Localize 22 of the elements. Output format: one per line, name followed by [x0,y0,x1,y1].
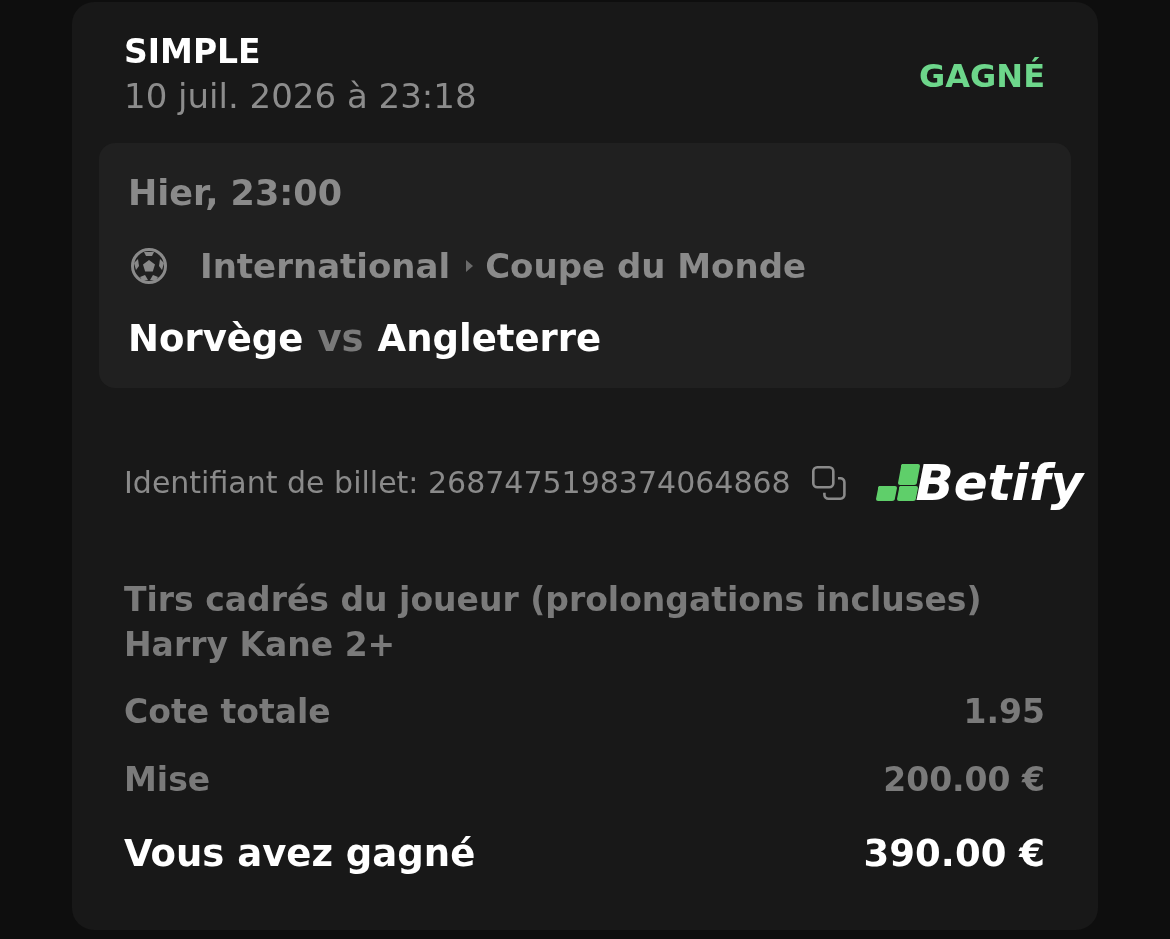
event-time: Hier, 23:00 [128,173,344,213]
selection-pick: Harry Kane 2+ [124,624,397,666]
summary-label: Vous avez gagné [124,831,476,877]
ticket-id: Identifiant de billet: 2687475198374064868 [124,465,791,501]
copy-icon[interactable] [811,466,846,500]
summary-label: Cote totale [124,691,331,733]
brand-name: Betify [915,454,1083,512]
summary-value: 1.95 [963,691,1045,733]
away-team: Angleterre [377,317,602,361]
caret-icon [466,260,474,272]
summary-value: 390.00 € [863,831,1045,877]
soccer-ball-icon [130,247,168,285]
competition-crumb[interactable]: Coupe du Monde [485,246,807,286]
market-name: Tirs cadrés du joueur (prolongations incluses) [124,579,983,621]
bet-status: GAGNÉ [919,56,1045,96]
competition-crumb[interactable]: International [200,246,451,286]
bet-date: 10 juil. 2026 à 23:18 [124,75,477,118]
versus-label: vs [317,317,364,361]
summary-value: 200.00 € [883,759,1045,801]
bet-type: SIMPLE [124,32,262,72]
home-team: Norvège [128,317,304,361]
summary-label: Mise [124,759,211,801]
